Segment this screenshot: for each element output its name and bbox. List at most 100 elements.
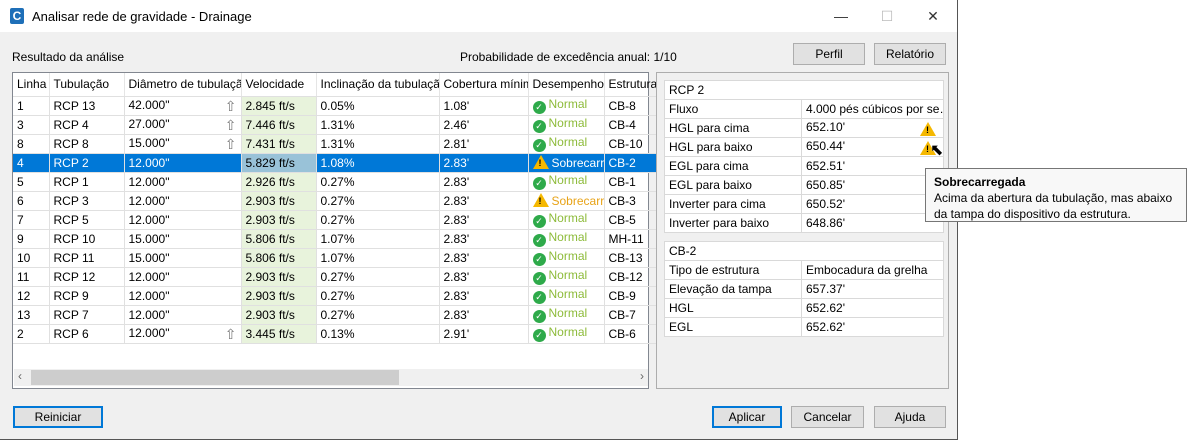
- results-table-panel: Linha Tubulação Diâmetro de tubulação Veloc…: [12, 72, 714, 389]
- tooltip-text: Acima da abertura da tubulação, mas abai…: [934, 191, 1173, 221]
- property-label: HGL para cima: [664, 118, 802, 138]
- line-cell: 11: [13, 267, 50, 287]
- table-row[interactable]: 7 RCP 5 12.000" 2.903 ft/s 0.27% 2.83' ✓…: [13, 210, 714, 230]
- pipe-cell: RCP 1: [49, 172, 125, 192]
- property-row: Tipo de estrutura Embocadura da grelha: [664, 260, 944, 280]
- scrollbar-thumb[interactable]: [31, 370, 399, 385]
- close-button[interactable]: ✕: [910, 0, 956, 32]
- column-header[interactable]: Tubulação: [49, 73, 125, 97]
- warning-icon[interactable]: !: [920, 122, 937, 136]
- property-value: 652.62': [801, 298, 944, 318]
- minimize-button[interactable]: —: [818, 0, 864, 32]
- property-label: EGL para baixo: [664, 175, 802, 195]
- property-value-text: 652.10': [806, 120, 845, 134]
- diameter-cell: 15.000": [124, 229, 242, 249]
- table-row[interactable]: 5 RCP 1 12.000" 2.926 ft/s 0.27% 2.83' ✓…: [13, 172, 714, 192]
- up-arrow-icon: ⇧: [224, 135, 237, 152]
- pipe-cell: RCP 2: [49, 153, 125, 173]
- diameter-cell: 42.000" ⇧: [124, 96, 242, 116]
- table-row[interactable]: 13 RCP 7 12.000" 2.903 ft/s 0.27% 2.83' …: [13, 305, 714, 325]
- check-icon: ✓: [532, 329, 546, 342]
- velocity-cell: 3.445 ft/s: [241, 324, 317, 344]
- horizontal-scrollbar[interactable]: ‹ ›: [14, 369, 648, 386]
- maximize-button[interactable]: ☐: [864, 0, 910, 32]
- cover-cell: 2.46': [439, 115, 529, 135]
- pipe-cell: RCP 10: [49, 229, 125, 249]
- check-icon: ✓: [532, 272, 546, 285]
- column-header[interactable]: Inclinação da tubulação: [316, 73, 440, 97]
- table-row[interactable]: 4 RCP 2 12.000" 5.829 ft/s 1.08% 2.83' !…: [13, 153, 714, 173]
- diameter-value: 12.000": [128, 269, 170, 284]
- pipe-cell: RCP 6: [49, 324, 125, 344]
- diameter-value: 12.000": [128, 288, 170, 303]
- performance-cell: ✓ Normal: [528, 134, 605, 154]
- diameter-cell: 12.000": [124, 172, 242, 192]
- up-arrow-icon: ⇧: [224, 97, 237, 114]
- property-label: EGL para cima: [664, 156, 802, 176]
- scroll-left-icon[interactable]: ‹: [18, 369, 22, 383]
- column-header[interactable]: Linha: [13, 73, 50, 97]
- status-text: Sobrecarr: [551, 194, 604, 208]
- property-value-text: 650.52': [806, 197, 845, 211]
- diameter-value: 12.000": [128, 307, 170, 322]
- up-arrow-icon: ⇧: [224, 325, 237, 342]
- performance-cell: ✓ Normal: [528, 248, 605, 268]
- check-icon: ✓: [532, 310, 546, 323]
- cover-cell: 2.83': [439, 267, 529, 287]
- line-cell: 5: [13, 172, 50, 192]
- warning-icon: !: [532, 155, 549, 169]
- diameter-cell: 12.000": [124, 267, 242, 287]
- properties-panel: RCP 2 Fluxo 4.000 pés cúbicos por se… HGL …: [656, 72, 949, 389]
- cover-cell: 1.08': [439, 96, 529, 116]
- cancel-button[interactable]: Cancelar: [791, 406, 864, 428]
- property-row: Inverter para baixo 648.86': [664, 213, 945, 233]
- status-text: Normal: [548, 97, 588, 111]
- pipe-properties-title: RCP 2: [663, 80, 945, 100]
- reset-button[interactable]: Reiniciar: [13, 406, 103, 428]
- table-row[interactable]: 11 RCP 12 12.000" 2.903 ft/s 0.27% 2.83'…: [13, 267, 714, 287]
- table-row[interactable]: 8 RCP 8 15.000" ⇧ 7.431 ft/s 1.31% 2.81' …: [13, 134, 714, 154]
- velocity-cell: 5.829 ft/s: [241, 153, 317, 173]
- pipe-cell: RCP 13: [49, 96, 125, 116]
- velocity-cell: 2.926 ft/s: [241, 172, 317, 192]
- column-header[interactable]: Velocidade: [241, 73, 317, 97]
- table-row[interactable]: 3 RCP 4 27.000" ⇧ 7.446 ft/s 1.31% 2.46' …: [13, 115, 714, 135]
- table-row[interactable]: 10 RCP 11 15.000" 5.806 ft/s 1.07% 2.83'…: [13, 248, 714, 268]
- apply-button[interactable]: Aplicar: [712, 406, 782, 428]
- column-header[interactable]: Cobertura mínima: [439, 73, 529, 97]
- profile-button[interactable]: Perfil: [793, 43, 865, 65]
- scroll-right-icon[interactable]: ›: [640, 369, 644, 383]
- check-icon: ✓: [532, 101, 546, 114]
- table-row[interactable]: 12 RCP 9 12.000" 2.903 ft/s 0.27% 2.83' …: [13, 286, 714, 306]
- slope-cell: 0.27%: [316, 267, 440, 287]
- column-header[interactable]: Desempenho: [528, 73, 605, 97]
- check-icon: ✓: [532, 291, 546, 304]
- property-label: Inverter para cima: [664, 194, 802, 214]
- property-value: 650.52': [800, 194, 945, 214]
- table-row[interactable]: 2 RCP 6 12.000" ⇧ 3.445 ft/s 0.13% 2.91' …: [13, 324, 714, 344]
- help-button[interactable]: Ajuda: [874, 406, 946, 428]
- table-row[interactable]: 1 RCP 13 42.000" ⇧ 2.845 ft/s 0.05% 1.08'…: [13, 96, 714, 116]
- performance-cell: ✓ Normal: [528, 172, 605, 192]
- pipe-cell: RCP 12: [49, 267, 125, 287]
- line-cell: 13: [13, 305, 50, 325]
- property-value: 652.62': [801, 317, 944, 337]
- property-row: EGL para cima 652.51': [664, 156, 945, 176]
- check-icon: ✓: [532, 234, 546, 247]
- slope-cell: 1.31%: [316, 115, 440, 135]
- cover-cell: 2.83': [439, 172, 529, 192]
- mouse-cursor-icon: ⬉: [930, 142, 944, 159]
- table-row[interactable]: 6 RCP 3 12.000" 2.903 ft/s 0.27% 2.83' !…: [13, 191, 714, 211]
- performance-cell: ! Sobrecarr: [528, 153, 605, 173]
- table-row[interactable]: 9 RCP 10 15.000" 5.806 ft/s 1.07% 2.83' …: [13, 229, 714, 249]
- property-value: Embocadura da grelha: [801, 260, 944, 280]
- property-row: HGL para baixo 650.44'!: [664, 137, 945, 157]
- report-button[interactable]: Relatório: [874, 43, 946, 65]
- check-icon: ✓: [532, 139, 546, 152]
- check-icon: ✓: [532, 120, 546, 133]
- slope-cell: 1.07%: [316, 229, 440, 249]
- column-header[interactable]: Diâmetro de tubulação: [124, 73, 242, 97]
- structure-properties-title: CB-2: [664, 241, 944, 261]
- line-cell: 1: [13, 96, 50, 116]
- slope-cell: 0.27%: [316, 172, 440, 192]
